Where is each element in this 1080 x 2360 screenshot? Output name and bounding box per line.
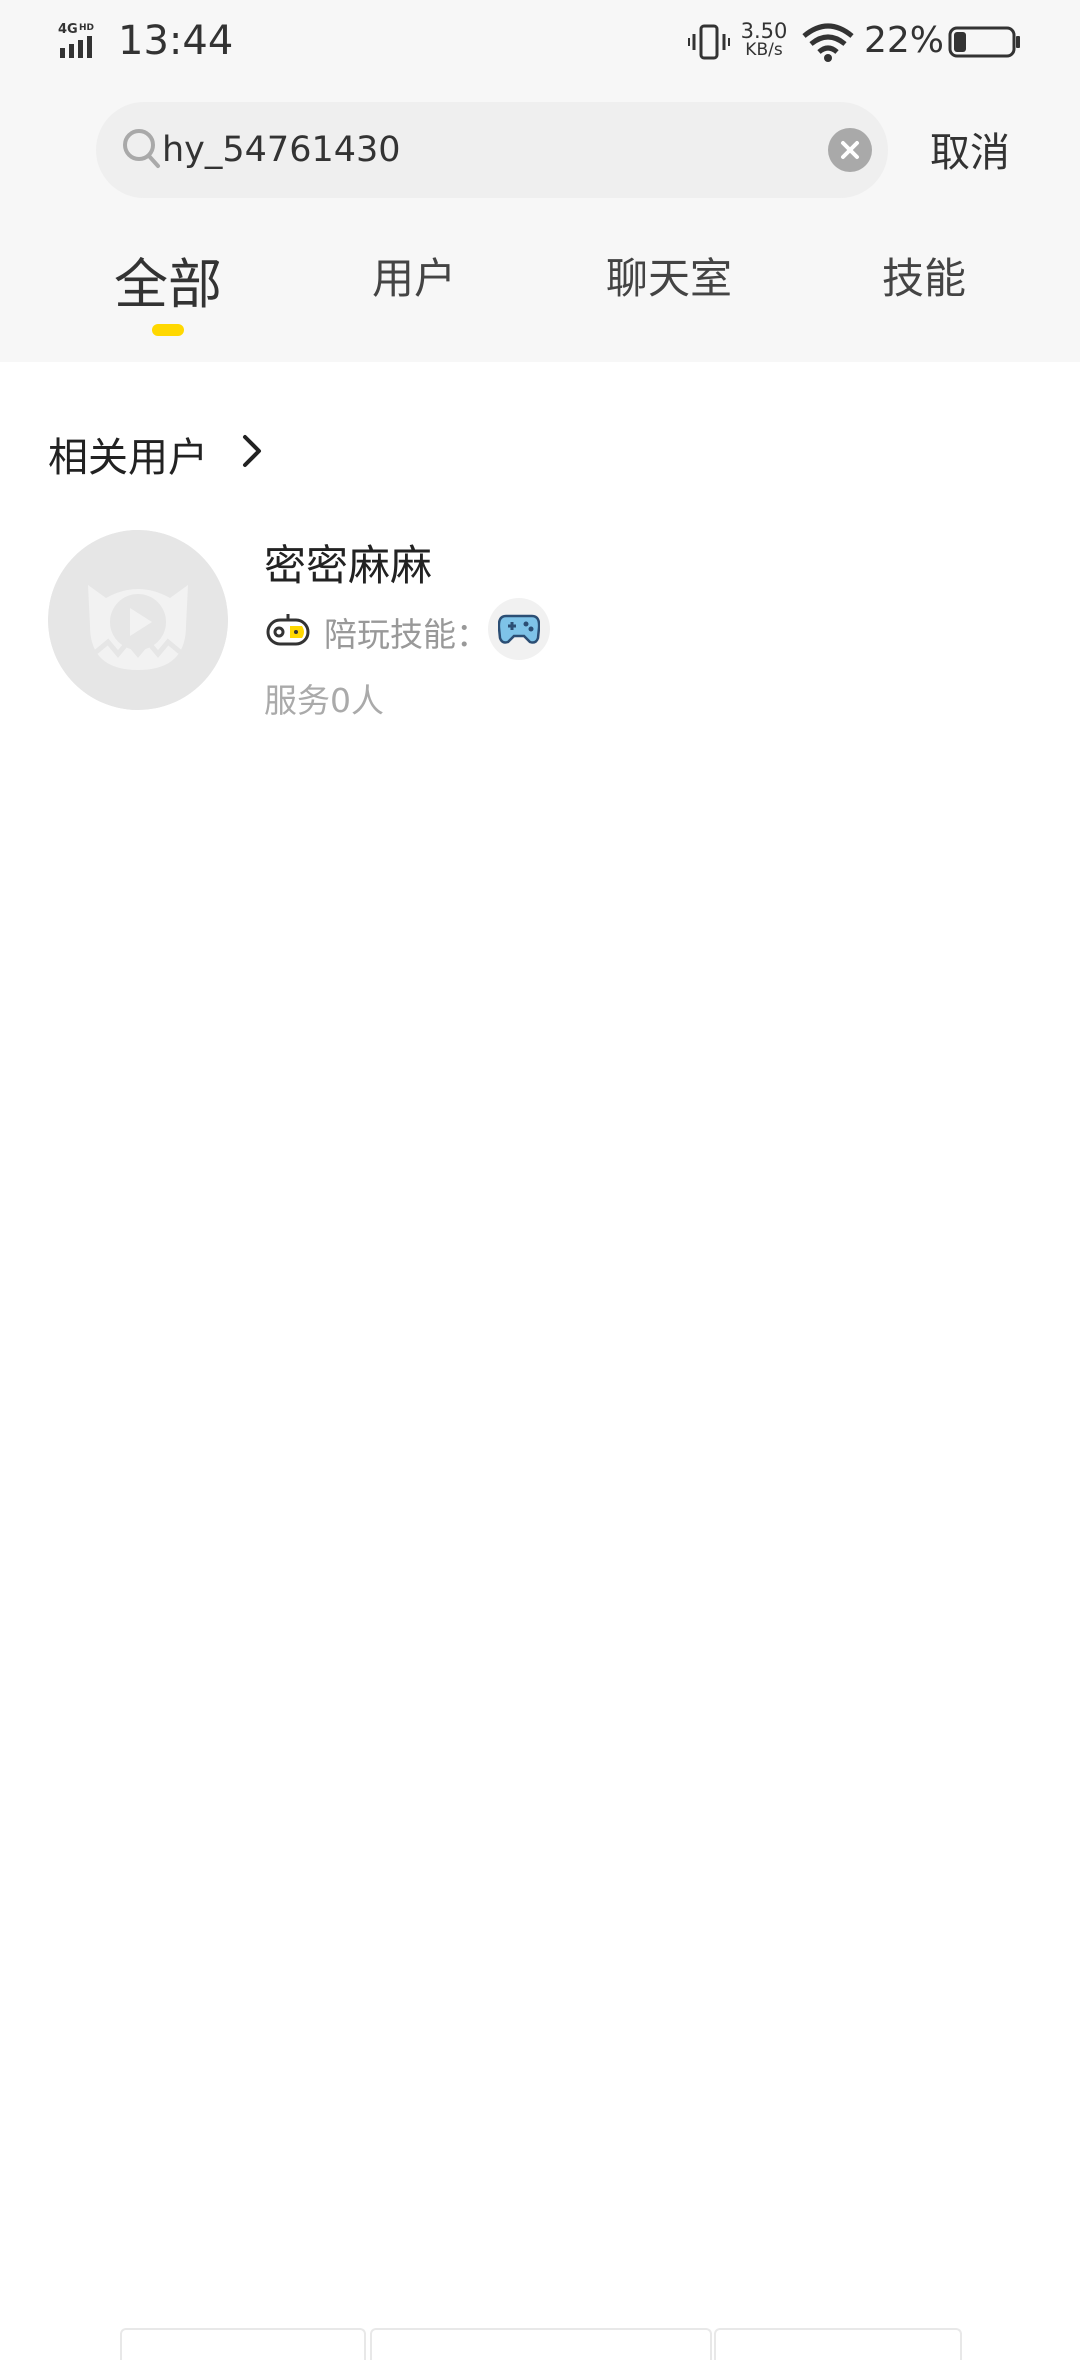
bottom-card: [714, 2328, 962, 2360]
default-avatar-icon: [48, 530, 228, 710]
tab-all[interactable]: 全部: [114, 240, 222, 319]
serve-count: 服务0人: [264, 681, 384, 720]
active-tab-indicator: [152, 324, 184, 336]
bottom-card: [370, 2328, 712, 2360]
chevron-right-icon[interactable]: [238, 432, 266, 470]
skill-label: 陪玩技能：: [324, 615, 489, 654]
game-controller-icon: [498, 614, 540, 644]
skill-game-badge[interactable]: [488, 598, 550, 660]
cancel-button[interactable]: 取消: [930, 120, 1010, 178]
clear-icon[interactable]: [828, 128, 872, 172]
tab-chatroom[interactable]: 聊天室: [606, 245, 732, 306]
search-bar[interactable]: [96, 102, 888, 198]
battery-icon: [948, 26, 1020, 58]
vibrate-icon: [688, 24, 730, 60]
bottom-card: [120, 2328, 366, 2360]
network-speed: 3.50 KB/s: [740, 19, 788, 60]
gamepad-badge-icon: [266, 614, 310, 646]
user-name[interactable]: 密密麻麻: [264, 532, 432, 593]
svg-text:HD: HD: [79, 23, 94, 33]
tab-skills[interactable]: 技能: [882, 245, 966, 306]
avatar[interactable]: [48, 530, 228, 710]
battery-percent: 22%: [864, 20, 945, 61]
wifi-icon: [802, 23, 854, 62]
svg-text:4G: 4G: [58, 22, 78, 37]
search-input[interactable]: [162, 124, 802, 176]
tab-users[interactable]: 用户: [372, 245, 456, 306]
search-icon: [123, 129, 160, 168]
section-title-related-users[interactable]: 相关用户: [48, 425, 208, 483]
signal-icon: 4G HD: [58, 22, 94, 58]
status-time: 13:44: [118, 18, 234, 64]
status-bar: 4G HD 13:44 3.50 KB/s 22%: [0, 0, 1080, 84]
